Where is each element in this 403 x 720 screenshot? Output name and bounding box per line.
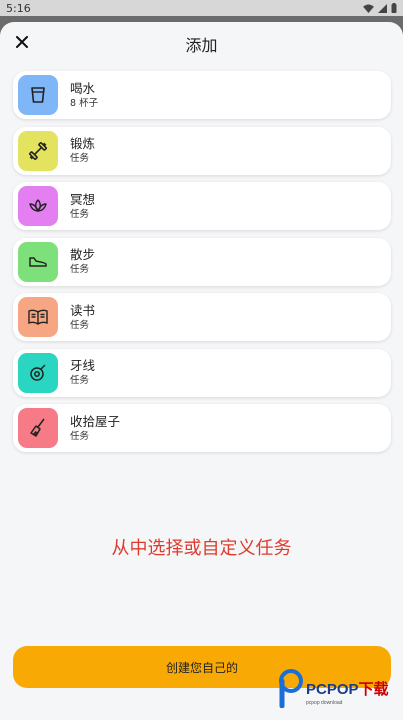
task-text: 收拾屋子 任务 xyxy=(70,413,120,444)
watermark-subtext: pcpop download xyxy=(306,700,343,706)
task-item-walk[interactable]: 散步 任务 xyxy=(13,237,391,286)
task-icon-box xyxy=(18,130,58,171)
task-subtitle: 任务 xyxy=(70,208,90,220)
task-icon-box xyxy=(18,75,58,115)
page-title: 添加 xyxy=(185,36,218,55)
dumbbell-icon xyxy=(29,141,47,160)
broom-icon xyxy=(30,418,45,437)
signal-icon xyxy=(378,3,387,13)
shoe-icon xyxy=(29,256,47,267)
task-text: 散步 任务 xyxy=(70,246,95,277)
task-name: 喝水 xyxy=(70,80,96,96)
task-subtitle: 任务 xyxy=(70,153,90,164)
task-icon-box xyxy=(18,241,58,282)
task-name: 收拾屋子 xyxy=(70,413,121,429)
status-time: 5:16 xyxy=(6,1,31,15)
promo-caption: 从中选择或自定义任务 xyxy=(111,538,292,559)
task-icon-box xyxy=(18,352,58,393)
sheet-header: 添加 xyxy=(0,22,403,66)
task-icon-box xyxy=(18,297,58,337)
task-text: 冥想 任务 xyxy=(70,191,95,222)
pcpop-logo-icon xyxy=(279,669,303,708)
status-bar: 5:16 xyxy=(0,0,403,16)
close-button[interactable] xyxy=(12,32,32,52)
floss-icon xyxy=(30,363,46,381)
task-name: 读书 xyxy=(70,302,96,318)
task-subtitle: 任务 xyxy=(70,375,90,386)
task-item-meditation[interactable]: 冥想 任务 xyxy=(13,182,391,230)
watermark-text: PCPOP下载 xyxy=(306,680,389,698)
watermark-logo: PCPOP下载 pcpop download xyxy=(278,662,403,714)
lotus-icon xyxy=(29,199,47,212)
task-icon-box xyxy=(18,408,58,448)
task-text: 锻炼 任务 xyxy=(70,135,95,166)
task-name: 锻炼 xyxy=(70,136,96,151)
task-subtitle: 任务 xyxy=(70,319,90,331)
task-text: 牙线 任务 xyxy=(70,357,95,388)
close-icon xyxy=(16,36,28,48)
task-text: 喝水 8 杯子 xyxy=(70,80,98,111)
task-icon-box xyxy=(18,186,58,226)
status-icons xyxy=(363,3,397,13)
task-name: 散步 xyxy=(70,247,96,262)
task-subtitle: 8 杯子 xyxy=(70,97,99,109)
task-subtitle: 任务 xyxy=(70,264,90,275)
add-task-sheet: 添加 喝水 8 杯子 锻炼 任务 冥想 任务 散步 任务 读书 任务 牙线 任务… xyxy=(0,22,403,720)
task-list: 喝水 8 杯子 锻炼 任务 冥想 任务 散步 任务 读书 任务 牙线 任务 收拾… xyxy=(13,71,391,460)
task-item-exercise[interactable]: 锻炼 任务 xyxy=(13,126,391,175)
cup-icon xyxy=(31,87,45,103)
task-item-water[interactable]: 喝水 8 杯子 xyxy=(13,71,391,119)
task-item-floss[interactable]: 牙线 任务 xyxy=(13,348,391,397)
task-text: 读书 任务 xyxy=(70,302,95,333)
task-name: 牙线 xyxy=(70,358,96,373)
wifi-icon xyxy=(363,3,374,13)
book-icon xyxy=(28,309,48,325)
task-name: 冥想 xyxy=(70,191,96,207)
task-item-reading[interactable]: 读书 任务 xyxy=(13,293,391,341)
task-item-tidy[interactable]: 收拾屋子 任务 xyxy=(13,404,391,452)
battery-icon xyxy=(391,3,397,13)
task-subtitle: 任务 xyxy=(70,430,90,442)
